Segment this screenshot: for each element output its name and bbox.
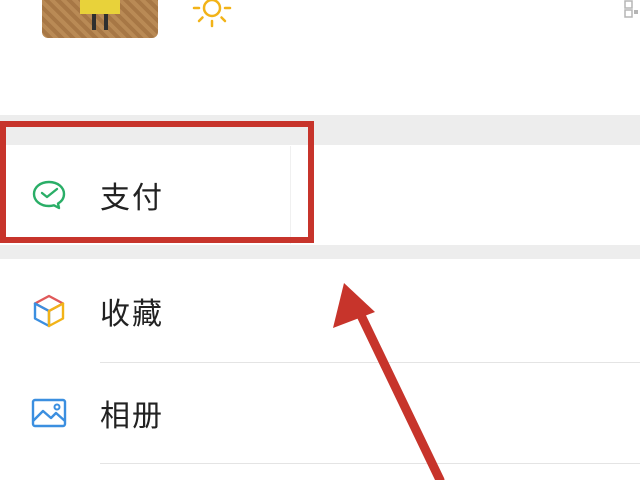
menu-item-album-label: 相册 [100, 399, 164, 434]
qr-code-icon[interactable] [624, 0, 640, 22]
menu-item-album[interactable]: 相册 [0, 363, 640, 463]
menu-item-favorites-label: 收藏 [100, 296, 164, 332]
menu-item-favorites[interactable]: 收藏 [0, 259, 640, 362]
wechat-me-screen: 支付 收藏 相册 [0, 0, 640, 480]
profile-header[interactable] [0, 0, 640, 115]
menu-item[interactable] [0, 464, 640, 480]
sun-icon[interactable] [190, 0, 234, 34]
section-separator [0, 245, 640, 259]
picture-icon [30, 394, 68, 432]
cube-icon [30, 292, 68, 330]
annotation-highlight-box [0, 121, 314, 243]
avatar[interactable] [42, 0, 158, 38]
